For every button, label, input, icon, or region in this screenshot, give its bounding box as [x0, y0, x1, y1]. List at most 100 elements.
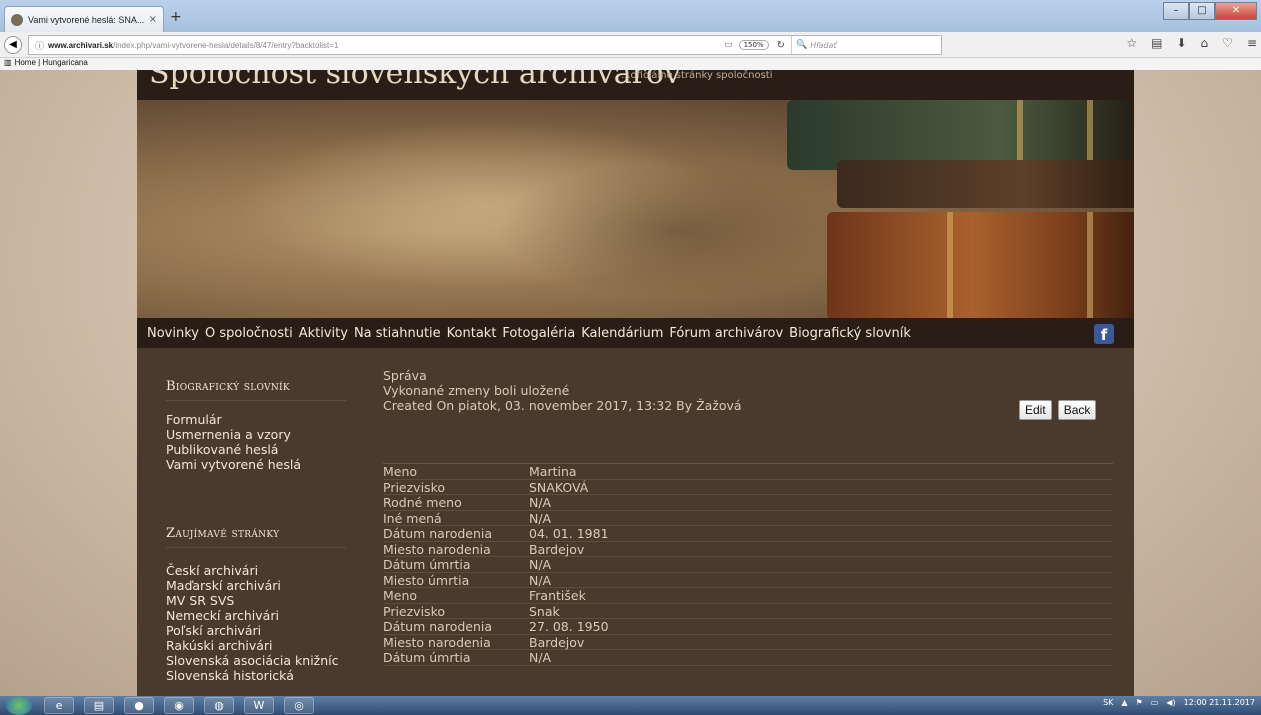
detail-value: N/A — [529, 495, 552, 510]
menu-item-kalendarium[interactable]: Kalendárium — [581, 326, 663, 341]
detail-label: Dátum narodenia — [383, 526, 493, 541]
bookmark-star-icon[interactable]: ☆ — [1126, 36, 1137, 50]
detail-row: Iné mená N/A — [383, 510, 1113, 526]
app-icon[interactable]: ◍ — [204, 697, 234, 714]
detail-row: Dátum narodenia 04. 01. 1981 — [383, 526, 1113, 542]
sidebar-link-vami-vytvorene[interactable]: Vami vytvorené heslá — [166, 457, 301, 472]
detail-value: Bardejov — [529, 634, 585, 650]
detail-row: Dátum narodenia 27. 08. 1950 — [383, 619, 1113, 635]
menu-item-forum[interactable]: Fórum archivárov — [669, 326, 783, 341]
detail-label: Iné mená — [383, 510, 442, 526]
sidebar-link-historicka[interactable]: Slovenská historická — [166, 668, 339, 683]
menu-icon[interactable]: ≡ — [1247, 36, 1257, 50]
detail-value: František — [529, 588, 586, 603]
sidebar-link-formular[interactable]: Formulár — [166, 412, 301, 427]
detail-value: Bardejov — [529, 541, 585, 557]
detail-value: N/A — [529, 510, 552, 526]
edit-button[interactable]: Edit — [1019, 400, 1052, 420]
tab-title: Vami vytvorené heslá: SNA... — [28, 14, 144, 25]
sidebar-link-nemecky[interactable]: Nemeckí archivári — [166, 608, 339, 623]
url-host: www.archivari.sk — [48, 40, 114, 50]
network-icon[interactable]: ▭ — [1151, 698, 1159, 707]
download-icon[interactable]: ⬇ — [1176, 36, 1186, 50]
detail-row: Meno Martina — [383, 464, 1113, 480]
sidebar-heading-biograficky: Biografický slovník — [166, 379, 346, 401]
detail-row: Priezvisko Snak — [383, 603, 1113, 619]
menu-item-biograficky-slovnik[interactable]: Biografický slovník — [789, 326, 911, 341]
tab-close-icon[interactable]: × — [149, 14, 157, 25]
detail-value: 04. 01. 1981 — [529, 526, 609, 541]
flag-icon[interactable]: ⚑ — [1136, 698, 1143, 707]
site-header: Spoločnosť slovenských archivárov ...ofi… — [137, 70, 1134, 100]
detail-row: Meno František — [383, 588, 1113, 604]
clipboard-icon[interactable]: ▤ — [1151, 36, 1162, 50]
clock-date: 21.11.2017 — [1209, 698, 1255, 707]
url-path: /index.php/vami-vytvorene-hesla/details/… — [113, 40, 339, 50]
minimize-button[interactable]: – — [1163, 2, 1189, 20]
sidebar-link-cesky[interactable]: Českí archivári — [166, 563, 339, 578]
search-placeholder: Hľadať — [810, 40, 837, 50]
new-tab-button[interactable]: + — [170, 9, 182, 25]
bookmark-label: Home | Hungaricana — [14, 58, 88, 67]
reload-icon[interactable]: ↻ — [777, 40, 785, 51]
detail-value: 27. 08. 1950 — [529, 619, 609, 634]
zoom-badge[interactable]: 150% — [738, 40, 769, 50]
close-window-button[interactable]: ✕ — [1215, 2, 1257, 20]
sidebar-link-madarsky[interactable]: Maďarskí archivári — [166, 578, 339, 593]
action-buttons: Edit Back — [1019, 400, 1097, 420]
detail-label: Miesto narodenia — [383, 634, 491, 650]
browser-tab[interactable]: Vami vytvorené heslá: SNA... × — [4, 6, 164, 32]
detail-row: Miesto narodenia Bardejov — [383, 634, 1113, 650]
address-bar[interactable]: ⓘ www.archivari.sk/index.php/vami-vytvor… — [28, 35, 942, 55]
detail-row: Priezvisko SNAKOVÁ — [383, 479, 1113, 495]
info-icon[interactable]: ⓘ — [35, 39, 44, 52]
explorer-icon[interactable]: ▤ — [84, 697, 114, 714]
language-indicator[interactable]: SK — [1103, 698, 1113, 707]
menu-item-o-spolocnosti[interactable]: O spoločnosti — [205, 326, 293, 341]
detail-row: Dátum úmrtia N/A — [383, 557, 1113, 573]
home-icon[interactable]: ⌂ — [1201, 36, 1209, 50]
menu-item-aktivity[interactable]: Aktivity — [299, 326, 348, 341]
browser-navbar: ◀ ⓘ www.archivari.sk/index.php/vami-vytv… — [0, 32, 1261, 58]
header-banner-image — [137, 100, 1134, 318]
show-hidden-icon[interactable]: ▲ — [1121, 698, 1127, 707]
detail-value: Martina — [529, 464, 577, 479]
browser-toolbar: ☆ ▤ ⬇ ⌂ ♡ ≡ — [1126, 36, 1257, 50]
main-content: Správa Vykonané zmeny boli uložené Creat… — [383, 368, 1113, 666]
search-input[interactable]: 🔍 Hľadať — [791, 36, 941, 54]
facebook-icon[interactable]: f — [1094, 324, 1114, 344]
volume-icon[interactable]: ◀) — [1166, 698, 1175, 707]
back-arrow-icon[interactable]: ◀ — [4, 36, 22, 54]
media-icon[interactable]: ◎ — [284, 697, 314, 714]
word-icon[interactable]: W — [244, 697, 274, 714]
sidebar-link-mv-sr[interactable]: MV SR SVS — [166, 593, 339, 608]
clock[interactable]: 12:00 21.11.2017 — [1184, 698, 1255, 707]
start-button[interactable] — [6, 696, 32, 715]
menu-item-fotogaleria[interactable]: Fotogaléria — [502, 326, 575, 341]
pocket-icon[interactable]: ♡ — [1222, 36, 1233, 50]
sidebar-link-publikovane[interactable]: Publikované heslá — [166, 442, 301, 457]
bookmarks-bar: ▥ Home | Hungaricana — [0, 58, 1261, 70]
reader-view-icon[interactable]: ▭ — [724, 40, 733, 50]
ie-icon[interactable]: e — [44, 697, 74, 714]
detail-label: Priezvisko — [383, 603, 446, 619]
sidebar-link-usmernenia[interactable]: Usmernenia a vzory — [166, 427, 301, 442]
menu-item-kontakt[interactable]: Kontakt — [447, 326, 497, 341]
windows-taskbar: e ▤ ● ◉ ◍ W ◎ SK ▲ ⚑ ▭ ◀) 12:00 21.11.20… — [0, 696, 1261, 715]
maximize-button[interactable]: □ — [1189, 2, 1215, 20]
url-text: www.archivari.sk/index.php/vami-vytvoren… — [48, 41, 338, 50]
sidebar-link-polsky[interactable]: Poľskí archivári — [166, 623, 339, 638]
firefox-icon[interactable]: ● — [124, 697, 154, 714]
clock-time: 12:00 — [1183, 698, 1207, 707]
sidebar-link-sak[interactable]: Slovenská asociácia knižníc — [166, 653, 339, 668]
detail-value: N/A — [529, 572, 552, 588]
menu-item-novinky[interactable]: Novinky — [147, 326, 199, 341]
window-controls: – □ ✕ — [1163, 2, 1257, 20]
back-button[interactable]: Back — [1057, 400, 1097, 420]
detail-value: N/A — [529, 650, 552, 665]
bookmark-item[interactable]: ▥ Home | Hungaricana — [4, 58, 88, 67]
menu-item-na-stiahnutie[interactable]: Na stiahnutie — [354, 326, 441, 341]
sidebar-link-rakusky[interactable]: Rakúski archivári — [166, 638, 339, 653]
detail-label: Priezvisko — [383, 479, 446, 495]
chrome-icon[interactable]: ◉ — [164, 697, 194, 714]
